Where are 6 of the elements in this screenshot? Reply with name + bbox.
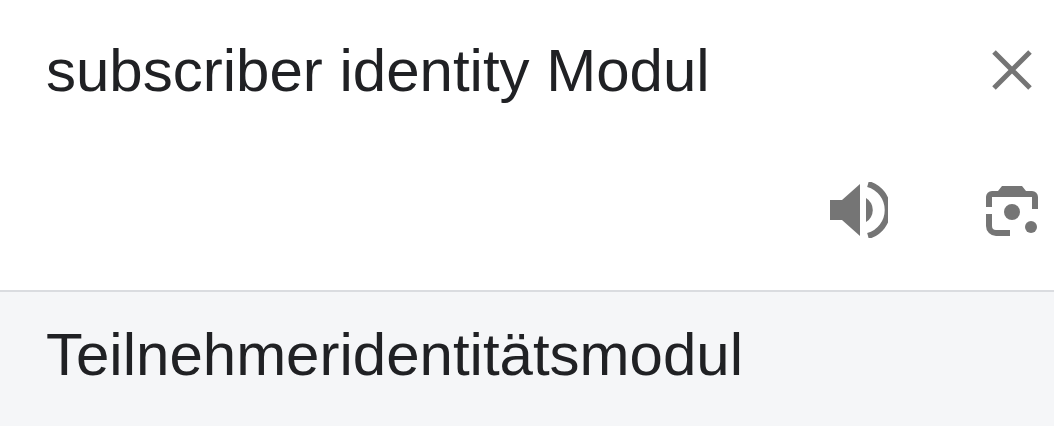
close-button[interactable]	[990, 48, 1034, 92]
close-icon	[990, 48, 1034, 92]
translation-text: Teilnehmeridentitätsmodul	[46, 321, 744, 388]
source-field[interactable]: subscriber identity Modul	[46, 35, 990, 105]
speaker-button[interactable]	[830, 182, 888, 238]
speaker-icon	[830, 182, 888, 238]
